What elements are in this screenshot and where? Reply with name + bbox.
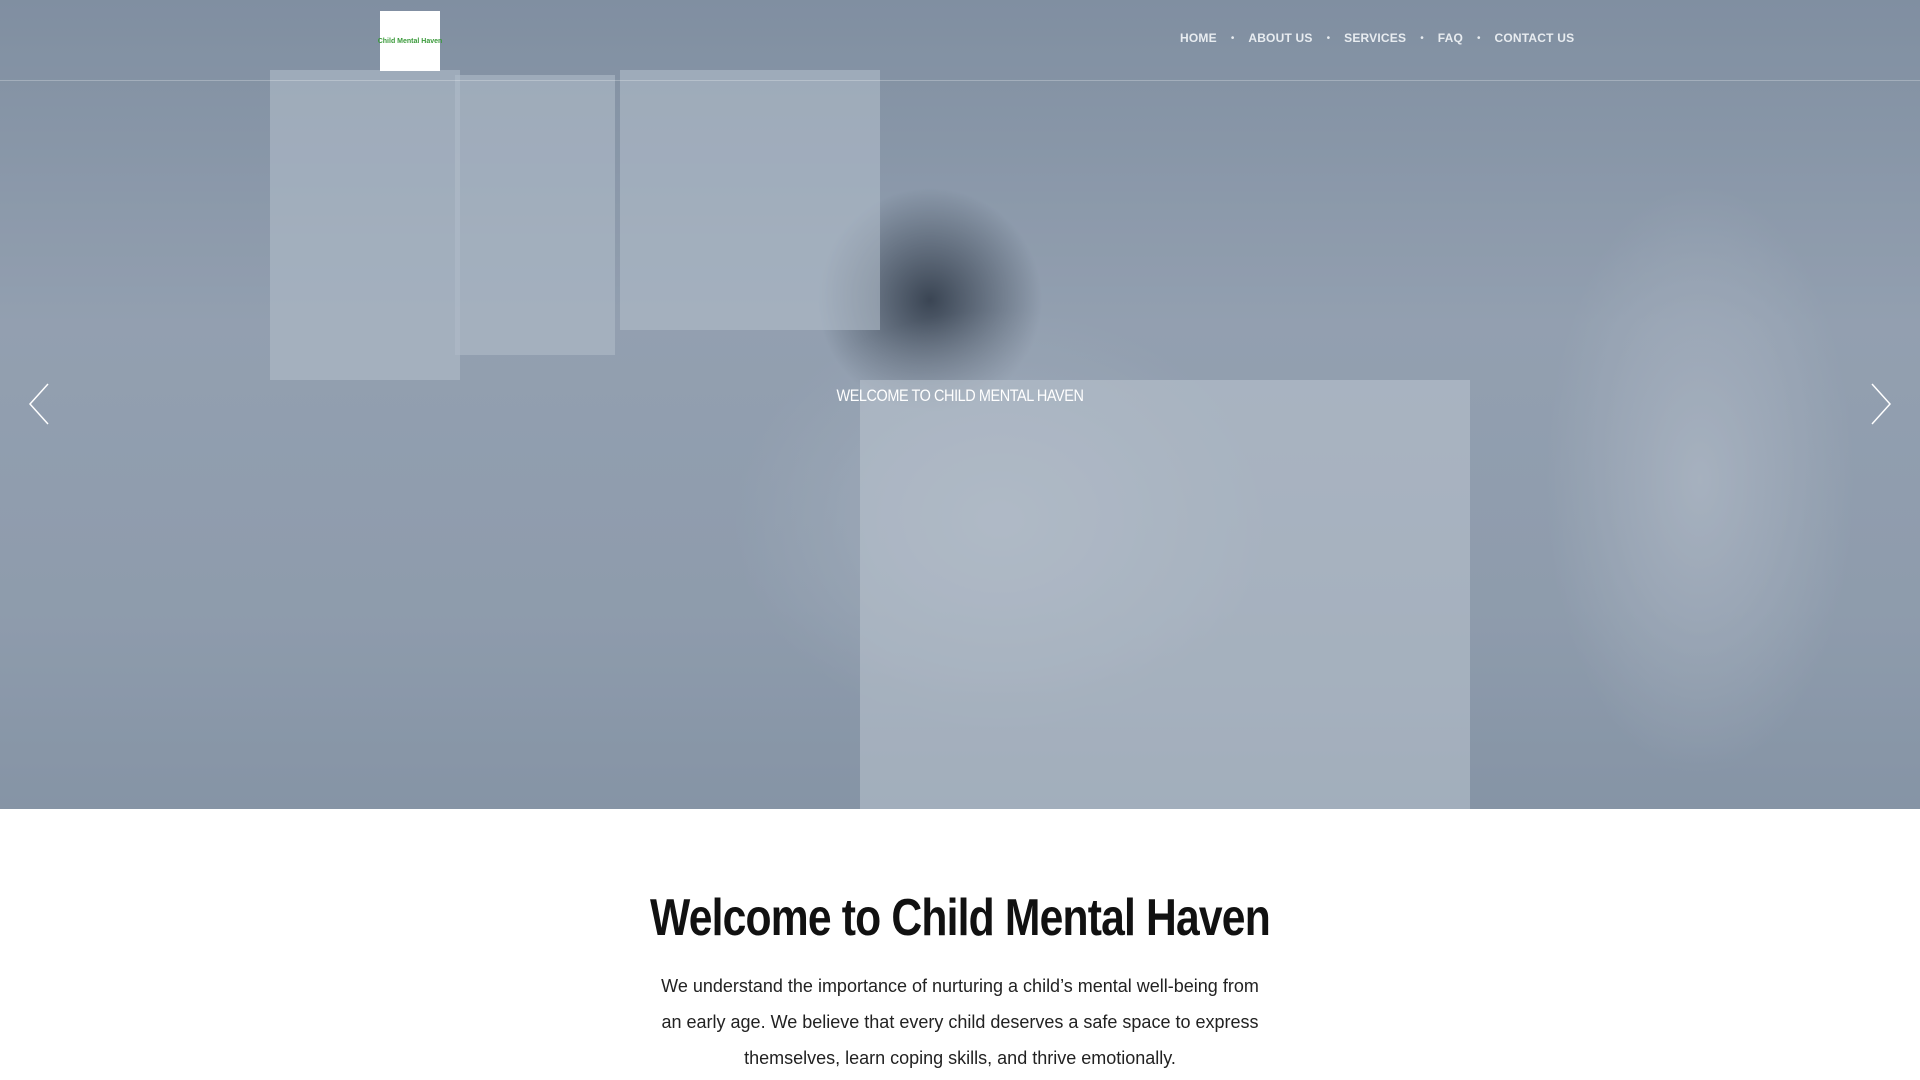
page-title: Welcome to Child Mental Haven xyxy=(650,889,1271,947)
chevron-left-icon xyxy=(28,383,49,425)
nav-services[interactable]: SERVICES xyxy=(1344,31,1406,45)
nav-separator: • xyxy=(1230,32,1235,44)
site-header: Child Mental Haven HOME • ABOUT US • SERVI… xyxy=(0,0,1920,81)
intro-text: We understand the importance of nurturin… xyxy=(661,976,1259,1068)
nav-separator: • xyxy=(1326,32,1331,44)
nav-faq[interactable]: FAQ xyxy=(1438,31,1463,45)
nav-about-us[interactable]: ABOUT US xyxy=(1248,31,1312,45)
site-logo[interactable]: Child Mental Haven xyxy=(377,11,443,71)
slider-prev-button[interactable] xyxy=(26,382,56,426)
main-nav: HOME • ABOUT US • SERVICES • FAQ • CONTACT U… xyxy=(1180,31,1574,45)
chevron-right-icon xyxy=(1871,383,1892,425)
nav-separator: • xyxy=(1477,32,1481,44)
logo-text: Child Mental Haven xyxy=(377,37,443,45)
hero-caption: WELCOME TO CHILD MENTAL HAVEN xyxy=(836,386,1084,405)
slider-next-button[interactable] xyxy=(1864,382,1894,426)
hero-slider: WELCOME TO CHILD MENTAL HAVEN xyxy=(0,0,1920,809)
nav-home[interactable]: HOME xyxy=(1180,31,1217,45)
nav-separator: • xyxy=(1420,32,1424,44)
nav-contact-us[interactable]: CONTACT US xyxy=(1495,31,1575,45)
